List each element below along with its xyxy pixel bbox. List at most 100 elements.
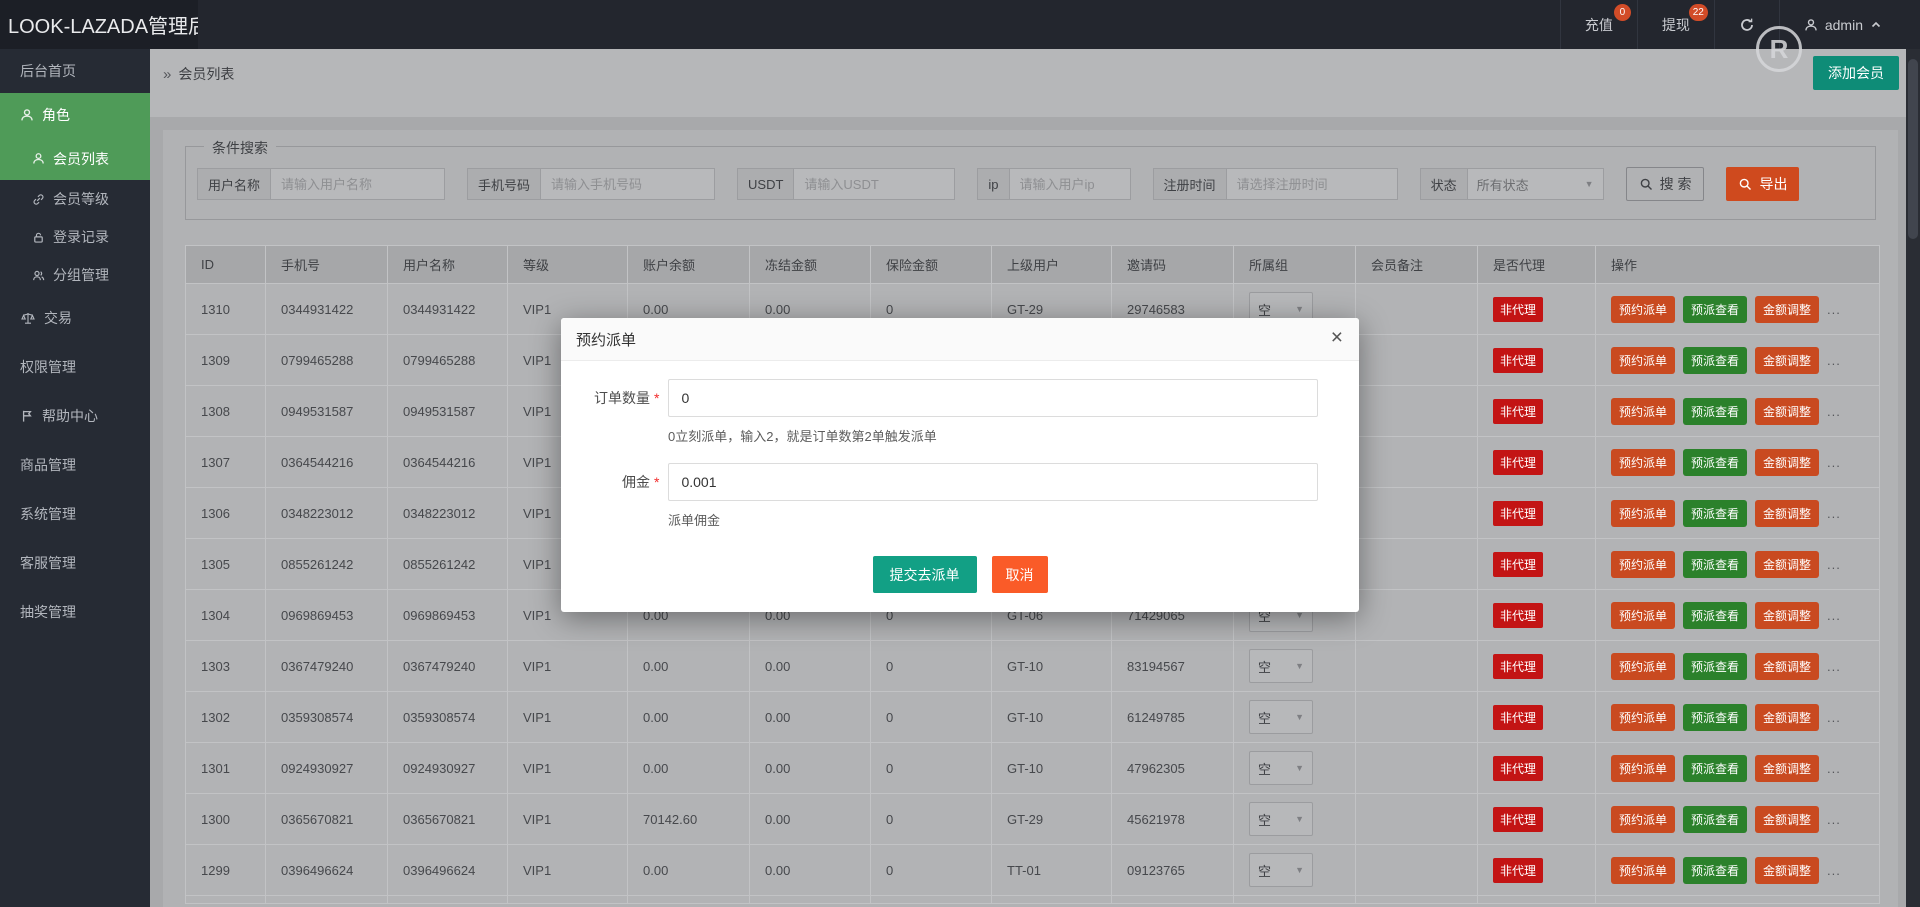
table-row: 130003656708210365670821VIP170142.600.00… <box>186 794 1880 845</box>
cell-phone: 0799465288 <box>266 335 388 386</box>
group-select[interactable]: 空▼ <box>1249 751 1313 785</box>
reserve-dispatch-button[interactable]: 预约派单 <box>1611 398 1675 425</box>
sidebar-item-label: 权限管理 <box>20 357 76 377</box>
amount-adjust-button[interactable]: 金额调整 <box>1755 296 1819 323</box>
predispatch-view-button[interactable]: 预派查看 <box>1683 653 1747 680</box>
more-actions[interactable]: ... <box>1827 659 1841 674</box>
amount-adjust-button[interactable]: 金额调整 <box>1755 347 1819 374</box>
reserve-dispatch-button[interactable]: 预约派单 <box>1611 653 1675 680</box>
search-button[interactable]: 搜 索 <box>1626 167 1705 201</box>
field-username: 用户名称 <box>197 168 445 200</box>
amount-adjust-button[interactable]: 金额调整 <box>1755 602 1819 629</box>
predispatch-view-button[interactable]: 预派查看 <box>1683 602 1747 629</box>
predispatch-view-button[interactable]: 预派查看 <box>1683 857 1747 884</box>
sidebar-item-login-records[interactable]: 登录记录 <box>0 218 150 256</box>
usdt-input[interactable] <box>794 169 954 199</box>
more-actions[interactable]: ... <box>1827 353 1841 368</box>
reserve-dispatch-button[interactable]: 预约派单 <box>1611 602 1675 629</box>
reserve-dispatch-button[interactable]: 预约派单 <box>1611 500 1675 527</box>
group-select[interactable]: 空▼ <box>1249 853 1313 887</box>
recharge-menu-item[interactable]: 充值 0 <box>1560 0 1637 49</box>
predispatch-view-button[interactable]: 预派查看 <box>1683 347 1747 374</box>
amount-adjust-button[interactable]: 金额调整 <box>1755 500 1819 527</box>
withdraw-menu-item[interactable]: 提现 22 <box>1637 0 1714 49</box>
predispatch-view-button[interactable]: 预派查看 <box>1683 449 1747 476</box>
sidebar-item-transactions[interactable]: 交易 <box>0 294 150 342</box>
reserve-dispatch-button[interactable]: 预约派单 <box>1611 551 1675 578</box>
cell-name: 0344931422 <box>388 284 508 335</box>
amount-adjust-button[interactable]: 金额调整 <box>1755 653 1819 680</box>
scrollbar-thumb[interactable] <box>1908 59 1918 239</box>
amount-adjust-button[interactable]: 金额调整 <box>1755 806 1819 833</box>
page-scrollbar[interactable] <box>1906 49 1920 907</box>
group-select[interactable]: 空▼ <box>1249 649 1313 683</box>
more-actions[interactable]: ... <box>1827 761 1841 776</box>
group-select[interactable]: 空▼ <box>1249 700 1313 734</box>
commission-input[interactable] <box>668 463 1318 501</box>
reserve-dispatch-button[interactable]: 预约派单 <box>1611 704 1675 731</box>
export-button[interactable]: 导出 <box>1726 167 1799 201</box>
reserve-dispatch-button[interactable]: 预约派单 <box>1611 806 1675 833</box>
user-menu[interactable]: admin <box>1779 0 1906 49</box>
more-actions[interactable]: ... <box>1827 404 1841 419</box>
username-input[interactable] <box>271 169 444 199</box>
predispatch-view-button[interactable]: 预派查看 <box>1683 398 1747 425</box>
sidebar-item-member-list[interactable]: 会员列表 <box>0 137 150 180</box>
amount-adjust-button[interactable]: 金额调整 <box>1755 857 1819 884</box>
more-actions[interactable]: ... <box>1827 302 1841 317</box>
sidebar-item-customer-service[interactable]: 客服管理 <box>0 538 150 587</box>
refresh-button[interactable] <box>1714 0 1779 49</box>
cell-parent: TT-01 <box>992 845 1112 896</box>
cell-id: 1300 <box>186 794 266 845</box>
predispatch-view-button[interactable]: 预派查看 <box>1683 500 1747 527</box>
predispatch-view-button[interactable]: 预派查看 <box>1683 704 1747 731</box>
sidebar-item-permissions[interactable]: 权限管理 <box>0 342 150 391</box>
sidebar-item-products[interactable]: 商品管理 <box>0 440 150 489</box>
cell-remark <box>1356 284 1478 335</box>
cell-frozen: 0.00 <box>750 794 871 845</box>
register-time-input[interactable] <box>1227 169 1397 199</box>
cell-id: 1305 <box>186 539 266 590</box>
agent-status-badge: 非代理 <box>1493 756 1543 781</box>
sidebar-item-system[interactable]: 系统管理 <box>0 489 150 538</box>
cancel-button[interactable]: 取消 <box>992 556 1048 593</box>
more-actions[interactable]: ... <box>1827 812 1841 827</box>
sidebar-item-home[interactable]: 后台首页 <box>0 49 150 93</box>
predispatch-view-button[interactable]: 预派查看 <box>1683 806 1747 833</box>
amount-adjust-button[interactable]: 金额调整 <box>1755 398 1819 425</box>
predispatch-view-button[interactable]: 预派查看 <box>1683 755 1747 782</box>
reserve-dispatch-button[interactable]: 预约派单 <box>1611 347 1675 374</box>
predispatch-view-button[interactable]: 预派查看 <box>1683 296 1747 323</box>
more-actions[interactable]: ... <box>1827 557 1841 572</box>
cell-id: 1304 <box>186 590 266 641</box>
more-actions[interactable]: ... <box>1827 710 1841 725</box>
cell-remark <box>1356 386 1478 437</box>
amount-adjust-button[interactable]: 金额调整 <box>1755 551 1819 578</box>
more-actions[interactable]: ... <box>1827 506 1841 521</box>
order-count-input[interactable] <box>668 379 1318 417</box>
group-select[interactable]: 空▼ <box>1249 802 1313 836</box>
status-select[interactable]: 所有状态 ▼ <box>1468 169 1603 199</box>
sidebar-item-group-management[interactable]: 分组管理 <box>0 256 150 294</box>
reserve-dispatch-button[interactable]: 预约派单 <box>1611 449 1675 476</box>
phone-input[interactable] <box>541 169 714 199</box>
sidebar-item-member-level[interactable]: 会员等级 <box>0 180 150 218</box>
submit-dispatch-button[interactable]: 提交去派单 <box>873 556 977 593</box>
reserve-dispatch-button[interactable]: 预约派单 <box>1611 755 1675 782</box>
sidebar-item-roles[interactable]: 角色 <box>0 93 150 137</box>
close-icon[interactable]: × <box>1331 327 1343 348</box>
ip-input[interactable] <box>1010 169 1130 199</box>
sidebar: 后台首页 角色 会员列表 会员等级 登录记录 分组管理 交易 权限管理 <box>0 49 150 907</box>
predispatch-view-button[interactable]: 预派查看 <box>1683 551 1747 578</box>
reserve-dispatch-button[interactable]: 预约派单 <box>1611 857 1675 884</box>
reserve-dispatch-button[interactable]: 预约派单 <box>1611 296 1675 323</box>
add-member-button[interactable]: 添加会员 <box>1813 56 1899 90</box>
amount-adjust-button[interactable]: 金额调整 <box>1755 755 1819 782</box>
more-actions[interactable]: ... <box>1827 863 1841 878</box>
amount-adjust-button[interactable]: 金额调整 <box>1755 704 1819 731</box>
more-actions[interactable]: ... <box>1827 455 1841 470</box>
more-actions[interactable]: ... <box>1827 608 1841 623</box>
amount-adjust-button[interactable]: 金额调整 <box>1755 449 1819 476</box>
sidebar-item-lottery[interactable]: 抽奖管理 <box>0 587 150 636</box>
sidebar-item-help-center[interactable]: 帮助中心 <box>0 391 150 440</box>
